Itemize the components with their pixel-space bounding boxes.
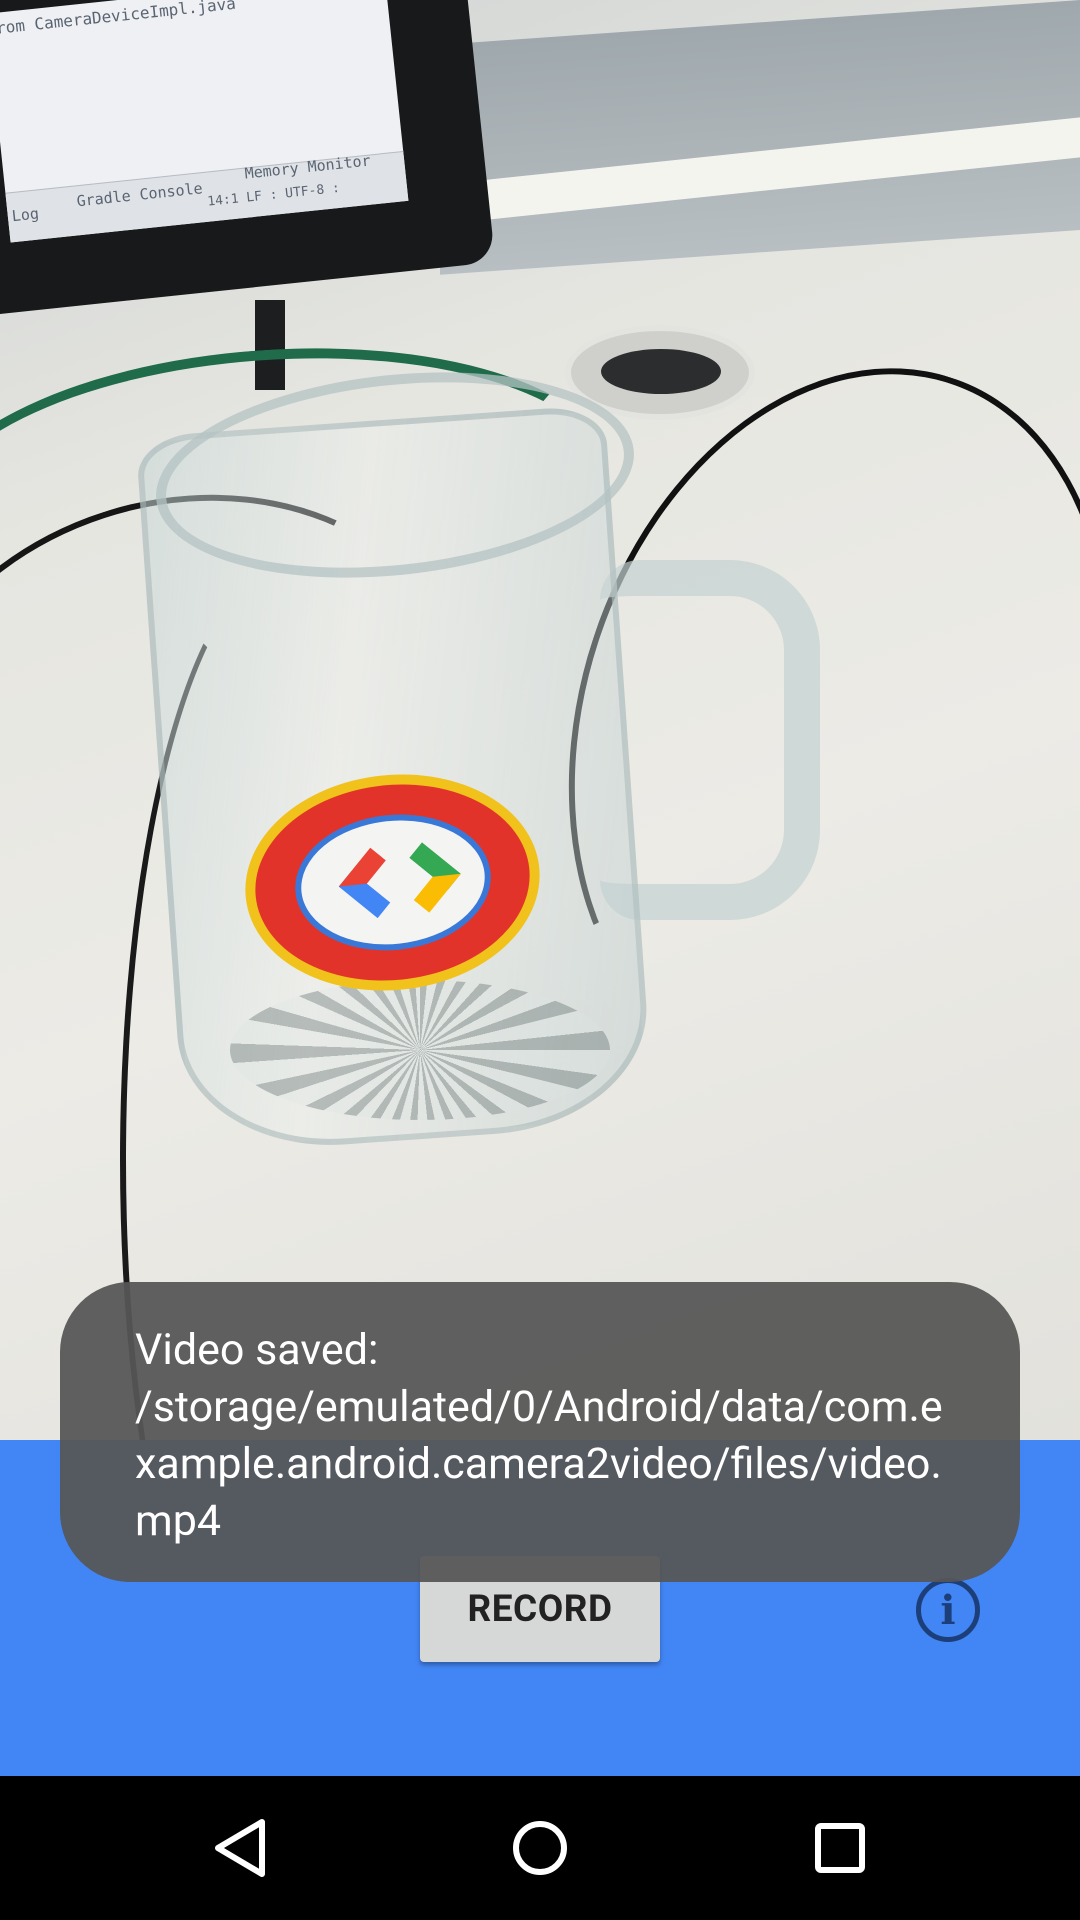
monitor: rom CameraDeviceImpl.java Log Gradle Con… [0,0,496,317]
recents-button[interactable] [740,1776,940,1920]
monitor-gradle-tab: Gradle Console [75,179,204,211]
recents-icon [815,1823,865,1873]
home-button[interactable] [440,1776,640,1920]
info-icon[interactable]: i [916,1578,980,1642]
badge-logo [288,805,498,960]
back-button[interactable] [140,1776,340,1920]
back-icon [215,1819,265,1877]
toast: Video saved: /storage/emulated/0/Android… [60,1282,1020,1582]
mug-base [230,980,610,1120]
camera-preview: rom CameraDeviceImpl.java Log Gradle Con… [0,0,1080,1440]
monitor-log-tab: Log [10,204,40,226]
navigation-bar [0,1776,1080,1920]
badge-logo-right [390,842,461,913]
home-icon [513,1821,567,1875]
monitor-code-line: rom CameraDeviceImpl.java [0,0,237,38]
toast-message: Video saved: /storage/emulated/0/Android… [135,1325,943,1546]
monitor-status-text: 14:1 LF : UTF-8 : [206,180,341,210]
